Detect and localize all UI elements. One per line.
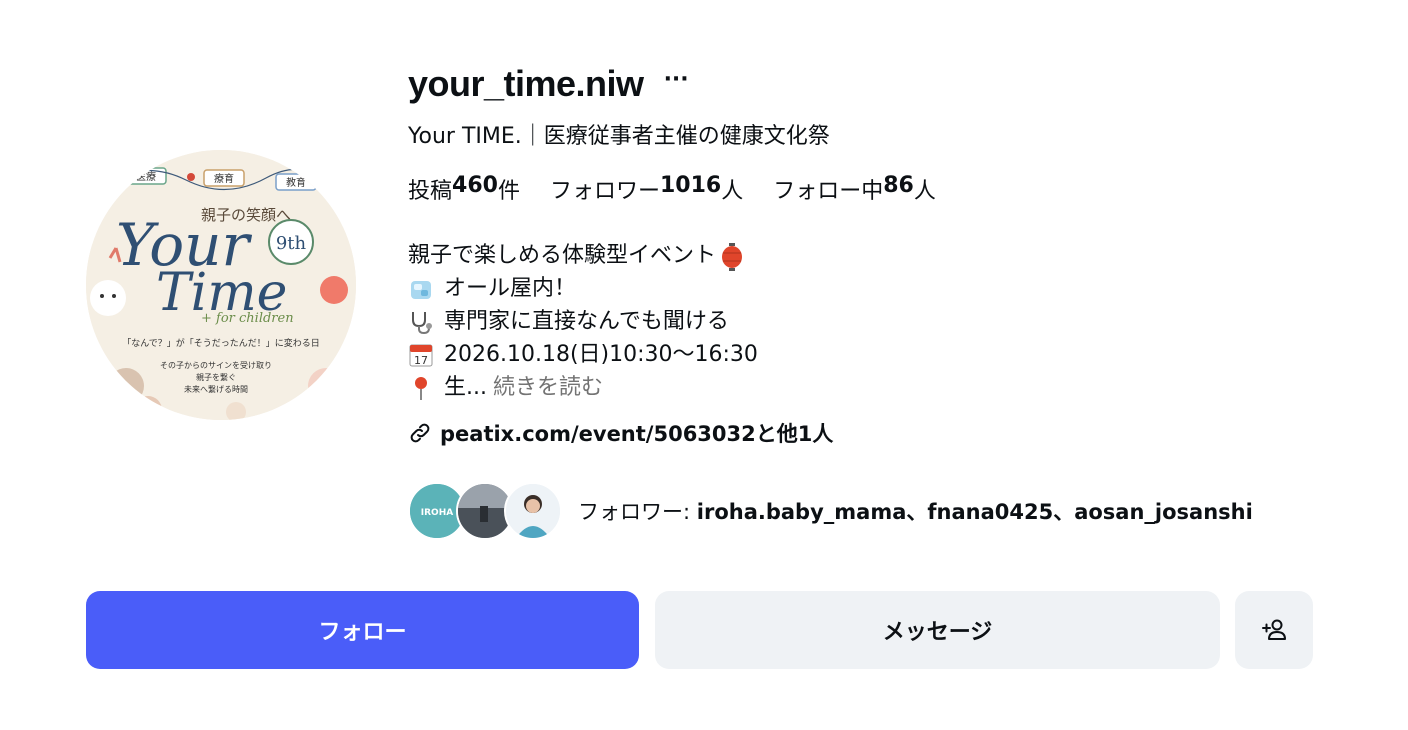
- svg-text:教育: 教育: [286, 176, 306, 189]
- bio-line: 親子で楽しめる体験型イベント: [408, 239, 758, 272]
- svg-text:その子からのサインを受け取り: その子からのサインを受け取り: [160, 360, 272, 370]
- add-user-icon: [1262, 619, 1286, 640]
- read-more-link[interactable]: 続きを読む: [493, 371, 603, 404]
- bio-text: 2026.10.18(日)10:30〜16:30: [444, 342, 758, 367]
- avatar-poster-image: 医療 療育 教育 親子の笑顔へ Your Time 9th + for chil…: [86, 150, 356, 420]
- svg-text:親子を繋ぐ: 親子を繋ぐ: [196, 372, 236, 382]
- stat-posts-label: 投稿: [408, 179, 453, 204]
- stat-following-value: 86: [883, 173, 914, 198]
- bio-line: オール屋内！: [408, 272, 758, 305]
- bio-line: 生... 続きを読む: [408, 371, 758, 404]
- username-row: your_time.niw ···: [408, 56, 1368, 112]
- followed-by-text: フォロワー: iroha.baby_mama、fnana0425、aosan_j…: [578, 496, 1253, 526]
- bio-text: 親子で楽しめる体験型イベント: [408, 243, 717, 268]
- ice-cube-icon: [408, 276, 436, 302]
- stat-following[interactable]: フォロー中 86 人: [773, 173, 936, 205]
- message-button[interactable]: メッセージ: [655, 591, 1220, 669]
- followed-by-prefix: フォロワー:: [578, 500, 697, 524]
- stat-posts[interactable]: 投稿 460 件: [408, 173, 520, 205]
- svg-text:未来へ繋げる時間: 未来へ繋げる時間: [184, 384, 248, 394]
- bio-text: 専門家に直接なんでも聞ける: [444, 309, 729, 334]
- svg-text:9th: 9th: [276, 233, 307, 254]
- profile-header: 医療 療育 教育 親子の笑顔へ Your Time 9th + for chil…: [0, 0, 1408, 730]
- stat-followers-unit: 人: [721, 179, 744, 204]
- stat-following-label: フォロー中: [773, 179, 884, 204]
- follow-button[interactable]: フォロー: [86, 591, 639, 669]
- stat-posts-value: 460: [452, 173, 498, 198]
- suggest-users-button[interactable]: [1235, 591, 1313, 669]
- more-options-icon[interactable]: ···: [664, 69, 689, 99]
- followed-by-names: iroha.baby_mama、fnana0425、aosan_josanshi: [696, 500, 1253, 524]
- profile-avatar[interactable]: 医療 療育 教育 親子の笑顔へ Your Time 9th + for chil…: [86, 150, 356, 420]
- bio-line: 専門家に直接なんでも聞ける: [408, 305, 758, 338]
- follower-avatar: [504, 482, 562, 540]
- stat-posts-unit: 件: [497, 179, 520, 204]
- bio-text: オール屋内！: [444, 276, 577, 301]
- stat-followers-label: フォロワー: [549, 179, 660, 204]
- followed-by-row[interactable]: IROHA フォロワー: iroha.baby_mama、fnana0425、a…: [408, 482, 1253, 540]
- profile-stats: 投稿 460 件 フォロワー 1016 人 フォロー中 86 人: [408, 173, 966, 205]
- lantern-icon: [720, 242, 748, 271]
- external-link-text: peatix.com/event/5063032と他1人: [440, 422, 834, 446]
- stat-followers[interactable]: フォロワー 1016 人: [550, 173, 743, 205]
- svg-text:IROHA: IROHA: [421, 508, 453, 518]
- svg-text:療育: 療育: [214, 172, 234, 185]
- svg-text:+ for children: + for children: [201, 311, 294, 326]
- svg-text:「なんで？」が「そうだったんだ！」に変わる日: 「なんで？」が「そうだったんだ！」に変わる日: [122, 337, 320, 349]
- bio-line: 17 2026.10.18(日)10:30〜16:30: [408, 338, 758, 371]
- profile-full-name: Your TIME.｜医療従事者主催の健康文化祭: [408, 124, 830, 149]
- profile-info: your_time.niw ··· Your TIME.｜医療従事者主催の健康文…: [408, 56, 1368, 540]
- svg-text:医療: 医療: [136, 170, 156, 183]
- bio-text: 生...: [444, 375, 487, 400]
- calendar-icon: 17: [408, 342, 436, 368]
- profile-bio: 親子で楽しめる体験型イベント オール屋内！ 専門家に直接なんでも聞ける 17 2…: [408, 239, 758, 404]
- external-link[interactable]: peatix.com/event/5063032と他1人: [408, 418, 833, 448]
- svg-text:17: 17: [414, 354, 428, 367]
- pushpin-icon: [408, 375, 436, 401]
- stat-following-unit: 人: [913, 179, 936, 204]
- link-icon: [410, 423, 430, 443]
- username: your_time.niw: [408, 63, 644, 104]
- stethoscope-icon: [408, 309, 436, 335]
- stat-followers-value: 1016: [659, 173, 722, 198]
- followed-by-avatars: IROHA: [408, 482, 564, 540]
